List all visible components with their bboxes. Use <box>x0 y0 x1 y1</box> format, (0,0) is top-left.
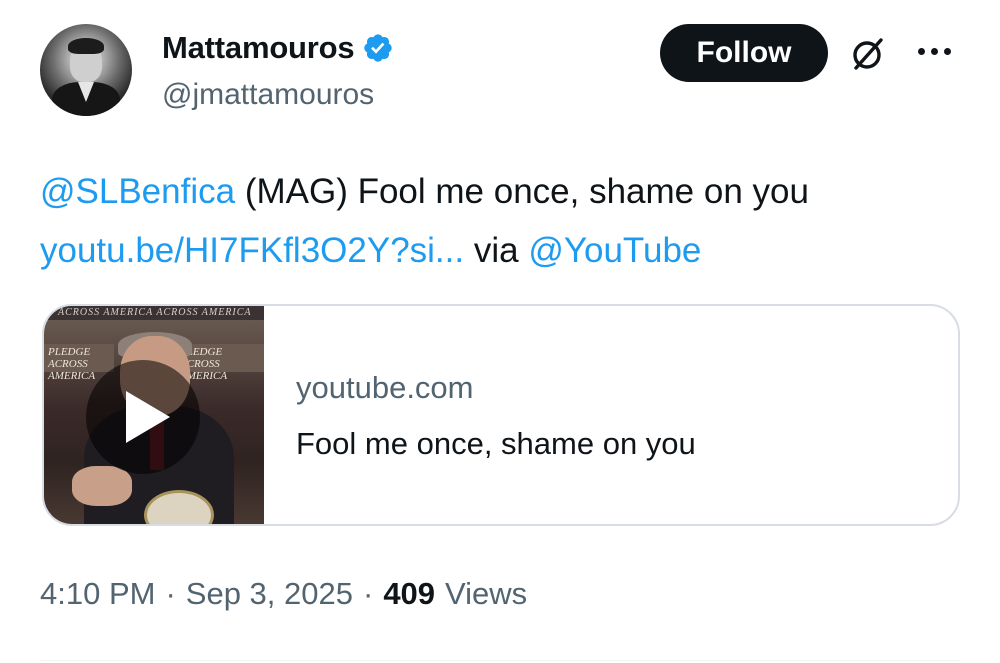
play-triangle <box>126 391 170 443</box>
meta-separator: · <box>362 576 374 611</box>
tweet-text: @SLBenfica (MAG) Fool me once, shame on … <box>40 162 970 280</box>
views-count[interactable]: 409 <box>383 576 435 612</box>
thumbnail-banner-text: ACROSS AMERICA ACROSS AMERICA <box>44 306 264 320</box>
tweet-body-text: (MAG) Fool me once, shame on you <box>235 172 809 211</box>
author-display-name[interactable]: Mattamouros <box>162 30 355 66</box>
mention-link-slbenfica[interactable]: @SLBenfica <box>40 172 235 211</box>
divider <box>40 660 960 661</box>
thumbnail-hand <box>72 466 132 506</box>
author-handle[interactable]: @jmattamouros <box>162 78 374 112</box>
follow-button[interactable]: Follow <box>660 24 828 82</box>
play-button-icon[interactable] <box>86 360 200 474</box>
tweet-time[interactable]: 4:10 PM <box>40 576 155 612</box>
tweet-meta: 4:10 PM · Sep 3, 2025 · 409 Views <box>40 576 527 612</box>
mention-link-youtube[interactable]: @YouTube <box>528 231 701 270</box>
more-dots-icon[interactable] <box>918 44 954 58</box>
author-avatar[interactable] <box>40 24 132 116</box>
video-thumbnail[interactable]: ACROSS AMERICA ACROSS AMERICA PLEDGE ACR… <box>44 306 264 524</box>
verified-badge-icon[interactable] <box>362 32 394 64</box>
grok-icon[interactable] <box>848 34 888 74</box>
tweet-date[interactable]: Sep 3, 2025 <box>186 576 353 612</box>
dot <box>918 47 925 55</box>
thumbnail-sign-left: PLEDGE ACROSS AMERICA <box>44 344 114 382</box>
views-label: Views <box>445 576 528 611</box>
dot <box>931 47 938 55</box>
via-text: via <box>464 231 529 270</box>
card-title: Fool me once, shame on you <box>296 426 696 461</box>
card-domain: youtube.com <box>296 370 474 405</box>
author-name-row: Mattamouros <box>162 30 394 66</box>
avatar-hair <box>68 38 104 54</box>
dot <box>944 47 951 55</box>
link-preview-card[interactable]: ACROSS AMERICA ACROSS AMERICA PLEDGE ACR… <box>42 304 960 526</box>
meta-separator: · <box>165 576 176 611</box>
youtube-short-link[interactable]: youtu.be/HI7FKfl3O2Y?si... <box>40 231 464 270</box>
